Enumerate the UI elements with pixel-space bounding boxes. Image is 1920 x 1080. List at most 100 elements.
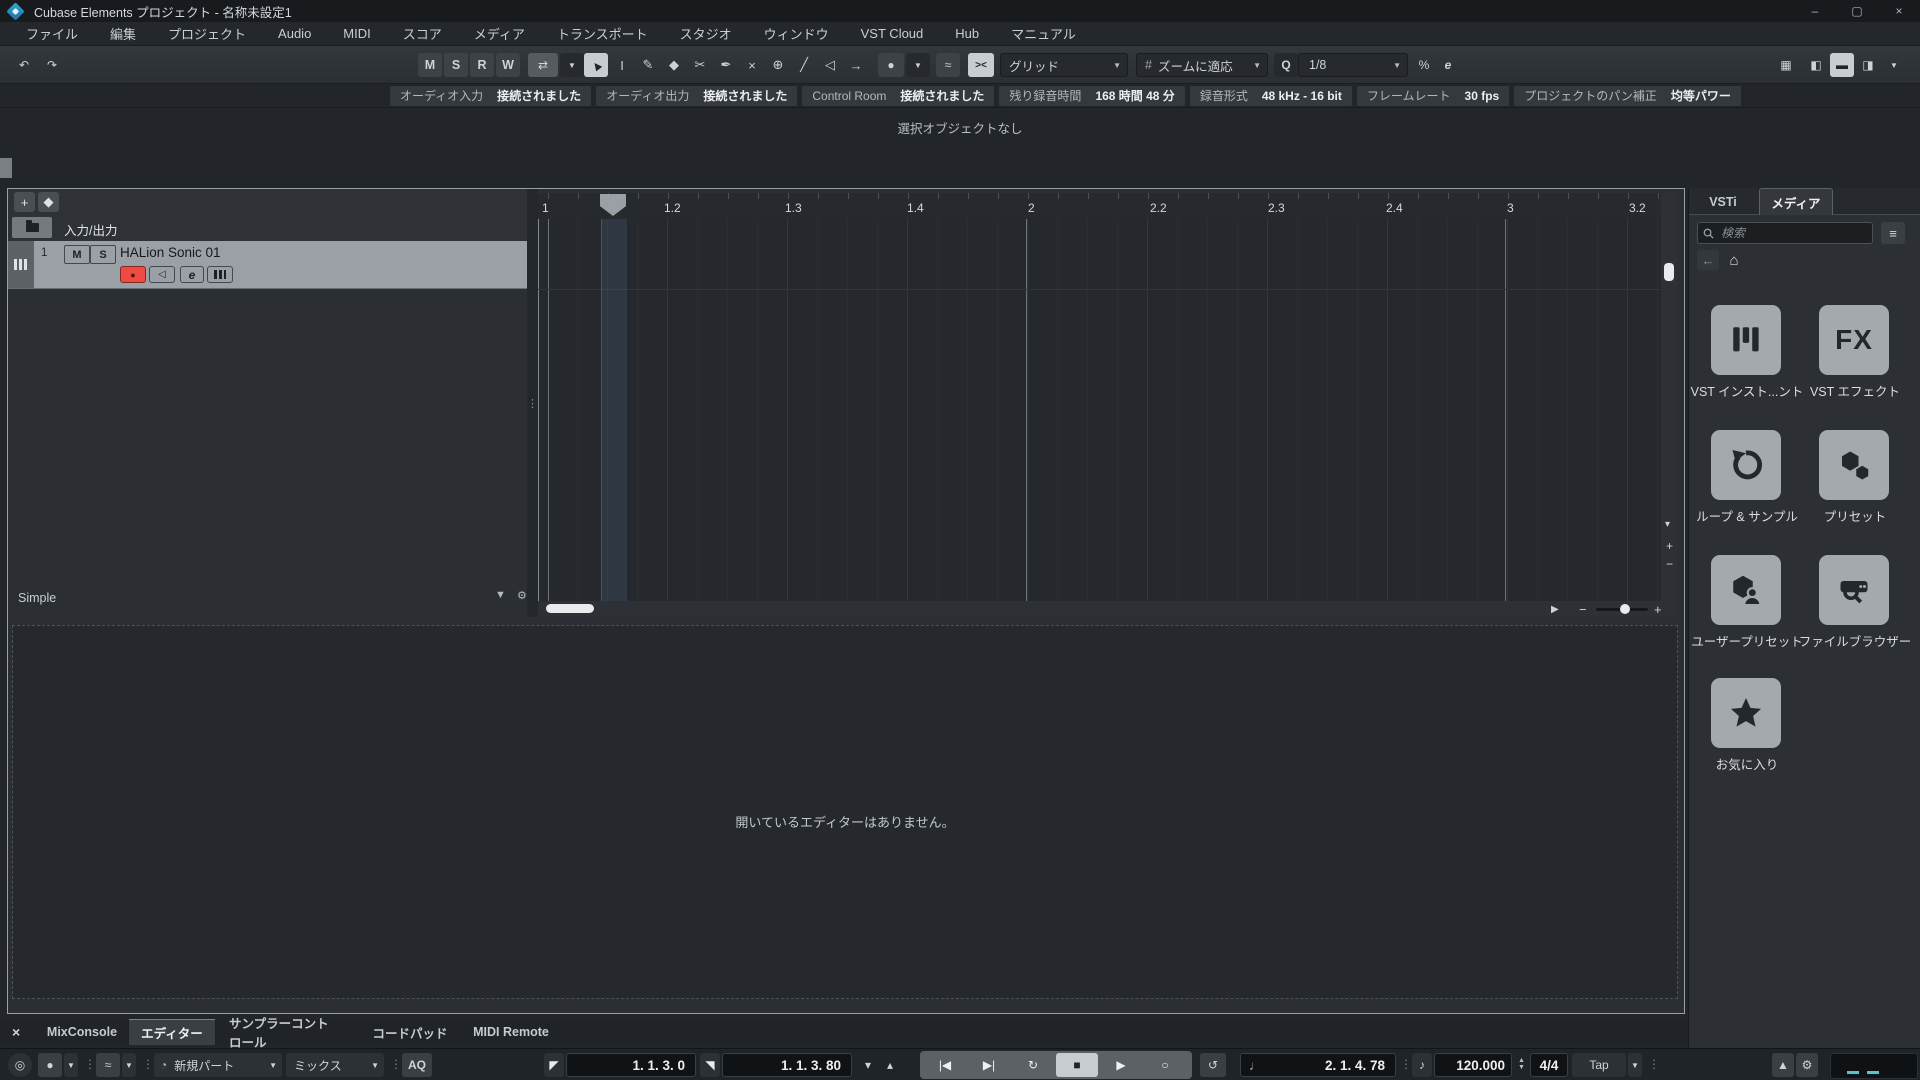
erase-tool[interactable]: ◆ (662, 53, 686, 77)
monitor-button[interactable]: ◁ (149, 266, 175, 283)
autoscroll-dropdown[interactable]: ▼ (560, 53, 584, 77)
mute-tool[interactable]: × (740, 53, 764, 77)
solo-button[interactable]: S (90, 245, 116, 264)
record-button[interactable]: ○ (1144, 1053, 1186, 1077)
tab-chord-pads[interactable]: コードパッド (368, 1019, 452, 1045)
show-right-zone-icon[interactable]: ◨ (1856, 53, 1880, 77)
automation-suspend-s[interactable]: S (444, 53, 468, 77)
right-locator-display[interactable]: 1. 1. 3. 80 (722, 1053, 852, 1077)
tile-favorites[interactable] (1711, 678, 1781, 748)
scroll-right-arrow[interactable]: ▶ (1551, 604, 1559, 615)
audio-record-mode-icon[interactable]: ≈ (96, 1053, 120, 1077)
vertical-zoom-in-icon[interactable]: + (1666, 539, 1673, 553)
go-to-left-locator-icon[interactable]: ◤ (544, 1053, 564, 1077)
zoom-out-icon[interactable]: − (1579, 602, 1587, 617)
edit-channel-button[interactable]: e (180, 266, 204, 283)
minimize-button[interactable]: – (1794, 0, 1836, 22)
tempo-display[interactable]: 120.000 (1434, 1053, 1512, 1077)
open-quantize-panel-icon[interactable]: e (1436, 53, 1460, 77)
edit-instrument-button[interactable] (207, 266, 233, 283)
automation-follows-events-icon[interactable]: ≈ (936, 53, 960, 77)
range-selection-tool[interactable]: I (610, 53, 634, 77)
setup-toolbar-icon[interactable]: ▦ (1774, 53, 1798, 77)
go-to-start-button[interactable]: |◀ (924, 1053, 966, 1077)
track-settings-gear-icon[interactable]: ⚙ (517, 589, 527, 602)
window-layout-dropdown[interactable]: ▼ (1882, 53, 1906, 77)
tile-file-browser[interactable] (1819, 555, 1889, 625)
vertical-zoom-out-icon[interactable]: − (1666, 557, 1673, 571)
transport-settings-gear-icon[interactable]: ⚙ (1796, 1053, 1818, 1077)
cycle-button[interactable]: ↻ (1012, 1053, 1054, 1077)
record-enable-button[interactable]: ● (120, 266, 146, 283)
menu-item[interactable]: メディア (458, 24, 541, 43)
timeline-ruler[interactable]: 1 1.2 1.3 1.4 2 2.2 2.3 2.4 3 3.2 (538, 193, 1661, 220)
metronome-click-icon[interactable]: ▲ (1772, 1053, 1794, 1077)
record-mode-icon[interactable]: ● (38, 1053, 62, 1077)
retrospective-record-icon[interactable]: ↺ (1200, 1053, 1226, 1077)
close-button[interactable]: × (1878, 0, 1920, 22)
record-mode-dropdown[interactable]: ▼ (64, 1053, 78, 1077)
stop-button[interactable]: ■ (1056, 1053, 1098, 1077)
results-list-icon[interactable]: ≡ (1881, 222, 1905, 244)
media-search-box[interactable] (1697, 222, 1873, 244)
divider-handle[interactable] (0, 158, 12, 178)
snap-on-off-icon[interactable]: >< (968, 53, 994, 77)
back-icon[interactable]: ← (1697, 250, 1719, 270)
menu-item[interactable]: プロジェクト (152, 24, 262, 43)
horizontal-scroll-thumb[interactable] (546, 604, 594, 613)
tile-loops-samples[interactable] (1711, 430, 1781, 500)
draw-tool[interactable]: ✎ (636, 53, 660, 77)
automation-read-r[interactable]: R (470, 53, 494, 77)
object-selection-tool[interactable]: ▲ (584, 53, 608, 77)
horizontal-scrollbar[interactable] (538, 601, 1661, 616)
search-input[interactable] (1719, 225, 1853, 241)
quantize-q-icon[interactable]: Q (1274, 53, 1298, 77)
zoom-tool[interactable]: ⊕ (766, 53, 790, 77)
snap-type-dropdown[interactable]: グリッド ▼ (1000, 53, 1128, 77)
show-lower-zone-icon[interactable]: ▬ (1830, 53, 1854, 77)
track-scale-label[interactable]: Simple (18, 591, 56, 605)
left-locator-display[interactable]: 1. 1. 3. 0 (566, 1053, 696, 1077)
tile-presets[interactable] (1819, 430, 1889, 500)
undo-icon[interactable]: ↶ (12, 53, 36, 77)
menu-item[interactable]: 編集 (94, 24, 152, 43)
tap-tempo-button[interactable]: Tap (1572, 1053, 1626, 1077)
automation-write-w[interactable]: W (496, 53, 520, 77)
menu-item[interactable]: Hub (939, 26, 995, 41)
track-list-divider[interactable]: ⋮ (527, 189, 538, 617)
menu-item[interactable]: トランスポート (541, 24, 664, 43)
performance-meter[interactable] (1830, 1053, 1918, 1079)
tile-user-presets[interactable] (1711, 555, 1781, 625)
tempo-track-icon[interactable]: ♪ (1412, 1053, 1432, 1077)
iterative-quantize-icon[interactable]: % (1412, 53, 1436, 77)
tile-vst-instruments[interactable] (1711, 305, 1781, 375)
glue-tool[interactable]: ✒ (714, 53, 738, 77)
tab-sampler-control[interactable]: サンプラーコントロール (229, 1017, 339, 1050)
play-tool[interactable]: ◁ (818, 53, 842, 77)
vertical-scrollbar[interactable]: ▾ + − (1661, 193, 1677, 616)
grid-type-dropdown[interactable]: # ズームに適応 ▼ (1136, 53, 1268, 77)
vertical-scroll-thumb[interactable] (1664, 263, 1674, 281)
menu-item[interactable]: Audio (262, 26, 327, 41)
menu-item[interactable]: ウィンドウ (748, 24, 845, 43)
event-display[interactable] (538, 219, 1661, 601)
transport-options-icon[interactable]: ◎ (8, 1053, 32, 1077)
color-menu-dropdown[interactable]: ▼ (906, 53, 930, 77)
zoom-slider-knob[interactable] (1620, 604, 1630, 614)
menu-item[interactable]: スコア (387, 24, 458, 43)
tile-vst-effects[interactable]: FX (1819, 305, 1889, 375)
menu-item[interactable]: スタジオ (664, 24, 748, 43)
tab-mixconsole[interactable]: MixConsole (44, 1019, 120, 1045)
audio-record-mode-dropdown[interactable]: ▼ (122, 1053, 136, 1077)
menu-item[interactable]: VST Cloud (845, 26, 940, 41)
track-scale-dropdown[interactable]: ▼ (495, 589, 506, 601)
primary-time-display[interactable]: ♩ 2. 1. 4. 78 (1240, 1053, 1396, 1077)
color-tool[interactable]: → (844, 53, 868, 77)
line-tool[interactable]: ╱ (792, 53, 816, 77)
tempo-mode-dropdown[interactable]: ▼ (1628, 1053, 1642, 1077)
automation-read-all-m[interactable]: M (418, 53, 442, 77)
play-button[interactable]: ▶ (1100, 1053, 1142, 1077)
color-menu-icon[interactable]: ● (878, 53, 904, 77)
midi-mix-mode-dropdown[interactable]: ミックス ▼ (286, 1053, 384, 1077)
track-row[interactable]: 1 M S HALion Sonic 01 ● ◁ e (8, 241, 527, 289)
